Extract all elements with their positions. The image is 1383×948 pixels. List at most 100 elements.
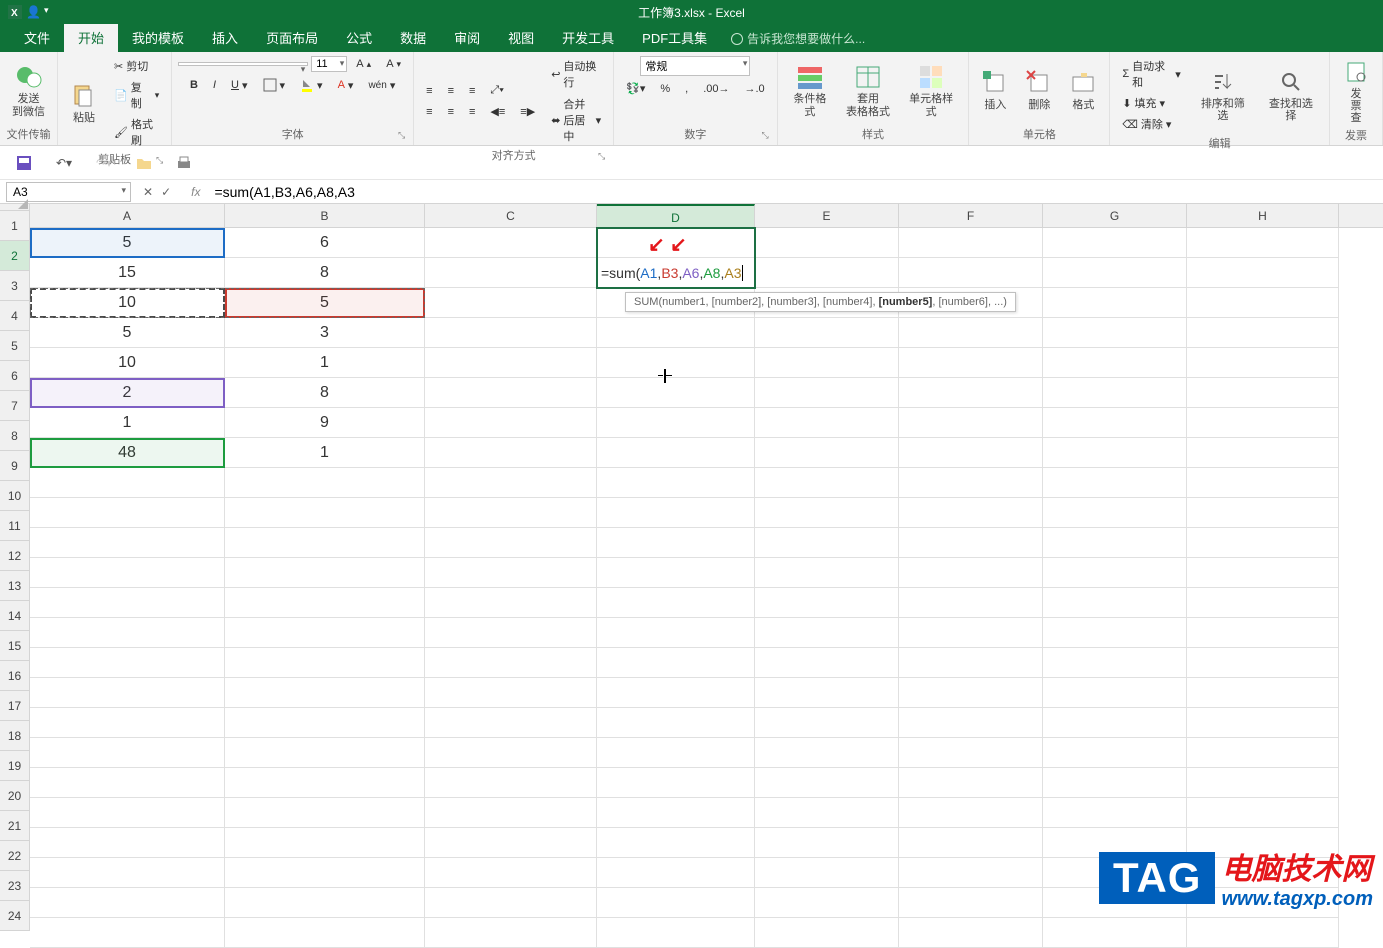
cell[interactable] [597, 828, 755, 858]
cell[interactable] [30, 768, 225, 798]
decrease-decimal-button[interactable]: →.0 [739, 81, 771, 97]
clear-button[interactable]: ⌫清除▾ [1116, 114, 1186, 134]
cell[interactable] [30, 468, 225, 498]
cell[interactable] [1043, 408, 1187, 438]
cell[interactable] [1043, 498, 1187, 528]
format-cells-button[interactable]: 格式 [1063, 67, 1103, 113]
cell[interactable]: 48 [30, 438, 225, 468]
cell[interactable] [30, 588, 225, 618]
cell[interactable] [755, 468, 899, 498]
cell[interactable]: 1 [30, 408, 225, 438]
cell[interactable] [899, 468, 1043, 498]
italic-button[interactable]: I [207, 77, 222, 93]
row-header[interactable]: 1 [0, 211, 29, 241]
cell[interactable] [225, 678, 425, 708]
cell[interactable] [899, 228, 1043, 258]
sort-filter-button[interactable]: 排序和筛选 [1191, 66, 1255, 124]
tab-review[interactable]: 审阅 [440, 23, 494, 52]
cell[interactable] [899, 408, 1043, 438]
cell[interactable] [425, 228, 597, 258]
cell[interactable] [755, 708, 899, 738]
cell[interactable] [755, 828, 899, 858]
decrease-indent-button[interactable]: ◀≡ [484, 103, 511, 120]
percent-button[interactable]: % [654, 81, 676, 97]
cell[interactable] [1043, 618, 1187, 648]
cell[interactable] [899, 318, 1043, 348]
tab-home[interactable]: 开始 [64, 23, 118, 52]
cell[interactable] [899, 738, 1043, 768]
row-header[interactable]: 7 [0, 391, 29, 421]
cell[interactable] [30, 708, 225, 738]
cell[interactable] [755, 318, 899, 348]
invoice-check-button[interactable]: 发 票 查 [1336, 56, 1376, 126]
cell[interactable] [899, 798, 1043, 828]
cell[interactable] [755, 648, 899, 678]
cancel-formula-button[interactable]: ✕ [143, 185, 153, 199]
paste-button[interactable]: 粘贴 [64, 80, 104, 126]
cell[interactable] [899, 858, 1043, 888]
cell[interactable] [755, 258, 899, 288]
underline-button[interactable]: U▾ [225, 77, 253, 94]
cell[interactable] [1187, 678, 1339, 708]
cell[interactable] [899, 588, 1043, 618]
cell[interactable] [597, 738, 755, 768]
cell[interactable]: 3 [225, 318, 425, 348]
row-header[interactable]: 21 [0, 811, 29, 841]
cell[interactable] [30, 738, 225, 768]
cell[interactable] [1187, 408, 1339, 438]
cell[interactable] [1187, 708, 1339, 738]
cell[interactable] [899, 438, 1043, 468]
cell[interactable] [30, 678, 225, 708]
cell[interactable] [425, 588, 597, 618]
cell[interactable] [899, 648, 1043, 678]
cell[interactable] [597, 408, 755, 438]
align-top-button[interactable]: ≡ [420, 83, 438, 99]
row-header[interactable]: 5 [0, 331, 29, 361]
cell[interactable] [225, 588, 425, 618]
cell[interactable] [425, 828, 597, 858]
cell[interactable] [755, 378, 899, 408]
row-header[interactable]: 4 [0, 301, 29, 331]
cell[interactable] [755, 738, 899, 768]
cell[interactable] [225, 468, 425, 498]
row-header[interactable]: 8 [0, 421, 29, 451]
clipboard-launcher-icon[interactable]: ⤡ [156, 155, 163, 166]
account-icon[interactable]: 👤 [26, 5, 40, 19]
column-header[interactable]: H [1187, 204, 1339, 227]
align-bottom-button[interactable]: ≡ [463, 83, 481, 99]
cell[interactable] [1043, 648, 1187, 678]
cell[interactable] [30, 648, 225, 678]
cell[interactable] [1043, 378, 1187, 408]
cell[interactable] [1043, 798, 1187, 828]
cell[interactable] [225, 708, 425, 738]
cell[interactable] [1187, 618, 1339, 648]
cell[interactable] [1187, 648, 1339, 678]
row-header[interactable]: 13 [0, 571, 29, 601]
formula-input[interactable]: =sum(A1,B3,A6,A8,A3 [208, 182, 1383, 202]
number-format-select[interactable]: 常规 [640, 56, 750, 76]
cell[interactable]: 10 [30, 288, 225, 318]
cell[interactable] [425, 288, 597, 318]
cell[interactable] [225, 648, 425, 678]
cell[interactable] [899, 558, 1043, 588]
cell[interactable] [597, 528, 755, 558]
merge-center-button[interactable]: ⬌合并后居中▾ [545, 94, 607, 146]
cell[interactable] [30, 798, 225, 828]
tab-pdf[interactable]: PDF工具集 [628, 23, 721, 52]
row-header[interactable]: 22 [0, 841, 29, 871]
cell[interactable] [425, 498, 597, 528]
cell[interactable] [755, 678, 899, 708]
cell[interactable] [1187, 558, 1339, 588]
cell[interactable] [899, 258, 1043, 288]
align-right-button[interactable]: ≡ [463, 104, 481, 120]
increase-indent-button[interactable]: ≡▶ [514, 103, 541, 120]
cut-button[interactable]: ✂剪切 [108, 56, 165, 76]
cell[interactable] [597, 768, 755, 798]
row-header[interactable]: 16 [0, 661, 29, 691]
cell[interactable] [1187, 798, 1339, 828]
cell[interactable] [1043, 258, 1187, 288]
cell[interactable] [30, 558, 225, 588]
cell[interactable] [425, 618, 597, 648]
cell[interactable] [30, 888, 225, 918]
cell[interactable] [899, 888, 1043, 918]
